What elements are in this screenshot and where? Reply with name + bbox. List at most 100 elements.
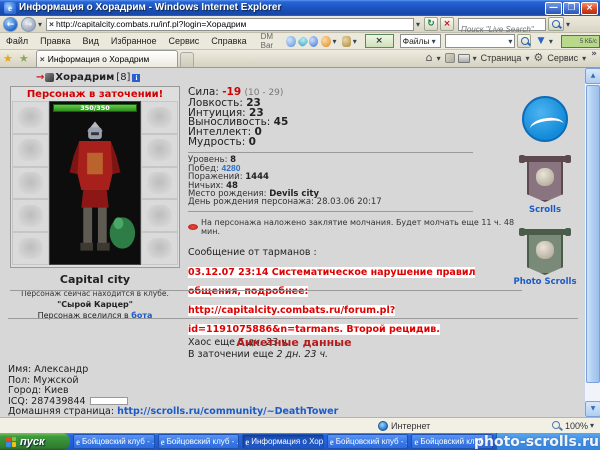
print-dropdown-icon[interactable]: ▾: [471, 51, 479, 66]
character-name: Хорадрим: [55, 72, 115, 83]
add-favorite-icon[interactable]: ★: [16, 51, 32, 67]
scrolls-link[interactable]: Scrolls: [512, 205, 578, 215]
blue-wave-logo-icon[interactable]: [522, 96, 568, 142]
shield-slot[interactable]: [141, 166, 178, 200]
bag-dropdown-icon[interactable]: ▾: [351, 34, 359, 49]
character-location: Capital city Персонаж сейчас находится в…: [10, 273, 180, 320]
menu-tools[interactable]: Сервис: [162, 33, 205, 49]
gear-icon[interactable]: ⚙: [531, 50, 545, 66]
weapon-slot[interactable]: [12, 166, 49, 200]
menu-edit[interactable]: Правка: [34, 33, 76, 49]
service-menu-button[interactable]: Сервис: [545, 53, 580, 63]
info-icon[interactable]: i: [132, 73, 141, 82]
gloves-slot[interactable]: [141, 133, 178, 167]
icq-status-box[interactable]: [89, 397, 128, 406]
knight-figure: [50, 113, 140, 263]
profile-rows: Имя: Александр Пол: Мужской Город: Киев …: [8, 364, 580, 417]
history-dropdown-icon[interactable]: ▾: [36, 17, 44, 32]
character-panel: Персонаж в заточении! 350/350: [10, 86, 180, 268]
silence-lips-icon: [188, 223, 198, 230]
orb-dropdown-icon[interactable]: ▾: [331, 34, 339, 49]
files-dropdown[interactable]: Файлы ▾: [399, 34, 441, 48]
helmet-slot[interactable]: [12, 101, 49, 134]
chat-bubble-icon[interactable]: [286, 35, 296, 47]
legs-slot[interactable]: [141, 199, 178, 233]
maximize-button[interactable]: ❐: [563, 1, 580, 15]
print-icon[interactable]: [457, 53, 470, 63]
equipment-grid: 350/350: [12, 101, 178, 265]
zoom-control[interactable]: 100% ▾: [551, 418, 600, 433]
back-button[interactable]: ←: [3, 16, 18, 32]
download-arrow-icon[interactable]: ▼: [535, 35, 547, 48]
profile-label: Домашняя страница:: [8, 406, 115, 417]
taskbar-task-4[interactable]: e Бойцовский клуб - ...: [326, 434, 409, 449]
command-bar: ⌂ ▾ ▾ Страница ▾ ⚙ Сервис ▾ »: [424, 49, 600, 67]
scrollbar-thumb[interactable]: [586, 85, 600, 383]
address-input[interactable]: [55, 19, 412, 29]
favorites-star-icon[interactable]: ★: [0, 51, 16, 67]
search-dropdown-icon[interactable]: ▾: [564, 17, 572, 32]
taskbar-task-active[interactable]: e Информация о Хор...: [242, 434, 324, 449]
club-name: "Сырой Карцер": [57, 300, 133, 309]
orb-icon[interactable]: [321, 35, 331, 47]
page-menu-button[interactable]: Страница: [479, 53, 524, 63]
photo-scrolls-badge-icon[interactable]: [519, 228, 571, 275]
overflow-chevron-icon[interactable]: »: [588, 49, 600, 59]
toolbar-x-button[interactable]: ×: [364, 34, 394, 48]
toolbar-combobox[interactable]: ▾: [444, 34, 516, 48]
character-portrait: 350/350: [49, 101, 141, 265]
scroll-up-icon[interactable]: ▲: [585, 68, 600, 84]
stop-button[interactable]: ×: [440, 17, 455, 31]
download-dropdown-icon[interactable]: ▾: [547, 34, 555, 49]
address-dropdown-icon[interactable]: ▾: [414, 17, 422, 32]
profile-city-row: Город: Киев: [8, 385, 580, 397]
tab-title: Информация о Хорадрим: [47, 54, 150, 64]
speed-indicator: 5 КБ/с: [560, 34, 600, 48]
armor-slot[interactable]: [12, 199, 49, 233]
task-label: Бойцовский клуб - ...: [82, 437, 155, 446]
character-header: → Хорадрим [8] i: [36, 72, 141, 83]
page-scrollbar[interactable]: ▲ ▼: [584, 68, 600, 417]
profile-value: Александр: [34, 364, 89, 375]
home-icon[interactable]: ⌂: [424, 50, 435, 66]
profile-section: Анкетные данные Имя: Александр Пол: Мужс…: [8, 324, 580, 417]
taskbar-task-2[interactable]: e Бойцовский клуб - ...: [157, 434, 240, 449]
photo-scrolls-link[interactable]: Photo Scrolls: [512, 277, 578, 287]
divider: [188, 210, 473, 212]
silence-notice: На персонажа наложено заклятие молчания.…: [188, 218, 520, 236]
minimize-button[interactable]: —: [545, 1, 562, 15]
feeds-icon[interactable]: [444, 53, 455, 63]
bracers-slot[interactable]: [12, 133, 49, 167]
forward-button[interactable]: →: [21, 16, 36, 32]
ie-logo-icon: e: [4, 2, 16, 14]
close-button[interactable]: ×: [581, 1, 598, 15]
boots-slot[interactable]: [141, 232, 178, 265]
moneybag-icon[interactable]: [341, 35, 351, 47]
zoom-dropdown-icon[interactable]: ▾: [588, 418, 596, 433]
tab-active[interactable]: × Информация о Хорадрим: [35, 50, 178, 67]
new-tab-stub[interactable]: [179, 52, 194, 67]
scrolls-badge-icon[interactable]: [519, 155, 571, 202]
gem-icon[interactable]: [296, 35, 309, 47]
service-dropdown-icon[interactable]: ▾: [580, 51, 588, 66]
home-dropdown-icon[interactable]: ▾: [435, 51, 443, 66]
globe-icon[interactable]: [309, 35, 319, 47]
refresh-button[interactable]: ↻: [424, 17, 439, 31]
tab-bar: ★ ★ × Информация о Хорадрим ⌂ ▾ ▾ Страни…: [0, 49, 600, 68]
menu-view[interactable]: Вид: [77, 33, 105, 49]
search-icon[interactable]: [548, 17, 565, 31]
menu-file[interactable]: Файл: [0, 33, 34, 49]
taskbar-task-1[interactable]: e Бойцовский клуб - ...: [73, 434, 155, 449]
necklace-slot[interactable]: [141, 101, 178, 134]
homepage-link[interactable]: http://scrolls.ru/community/~DeathTower: [117, 406, 338, 417]
menu-help[interactable]: Справка: [205, 33, 252, 49]
page-dropdown-icon[interactable]: ▾: [523, 51, 531, 66]
menu-favorites[interactable]: Избранное: [105, 33, 163, 49]
stat-label: Мудрость:: [188, 135, 246, 148]
start-button[interactable]: пуск: [0, 433, 70, 450]
toolbar-search-icon[interactable]: [517, 34, 532, 48]
ring-slot[interactable]: [12, 232, 49, 265]
imprisoned-notice: Персонаж в заточении!: [26, 89, 164, 100]
site-favicon: ×: [49, 19, 54, 29]
scroll-down-icon[interactable]: ▼: [585, 401, 600, 417]
